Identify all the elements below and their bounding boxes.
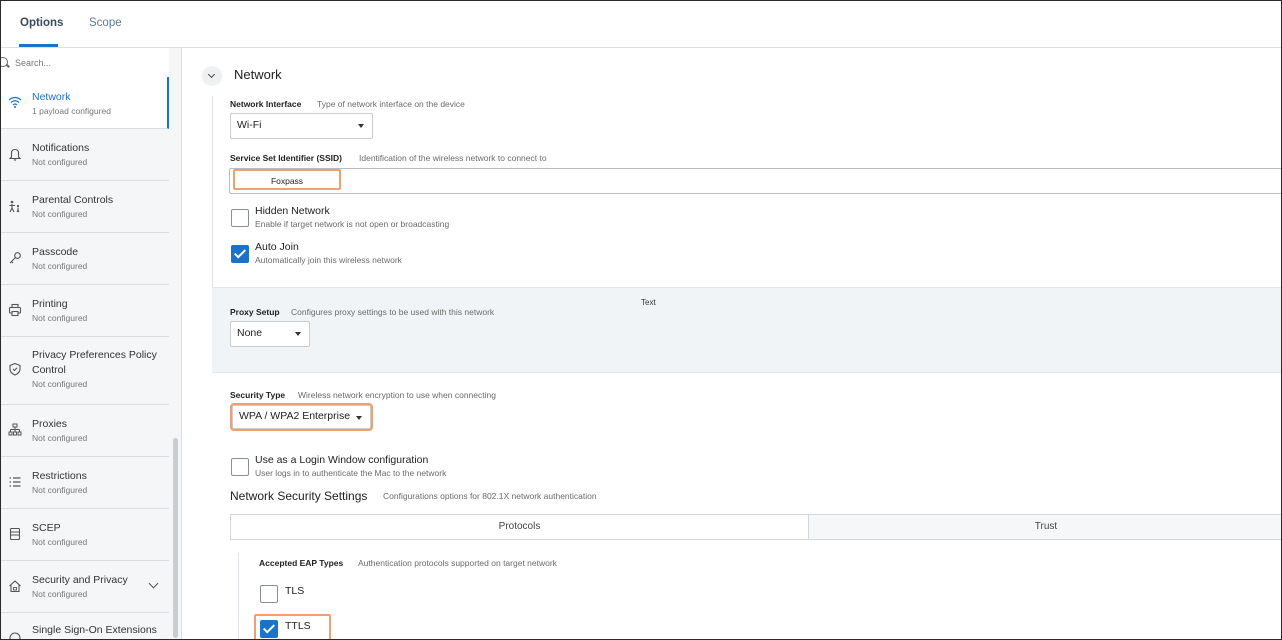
hidden-network-checkbox[interactable] <box>231 209 249 227</box>
sidebar-item-status: Not configured <box>32 433 88 443</box>
tab-trust[interactable]: Trust <box>809 515 1281 539</box>
login-window-checkbox[interactable] <box>231 458 249 476</box>
tls-checkbox[interactable] <box>260 585 278 603</box>
ssid-label: Service Set Identifier (SSID) <box>230 153 342 163</box>
top-tab-bar: Options Scope <box>1 1 1281 48</box>
chevron-down-icon <box>207 70 216 79</box>
sso-icon <box>8 631 22 639</box>
sidebar-item-title: Proxies <box>32 418 68 430</box>
floating-text-label: Text <box>641 298 656 307</box>
sidebar-item-status: Not configured <box>32 589 88 599</box>
eap-types-desc: Authentication protocols supported on ta… <box>358 558 557 568</box>
proxy-setup-label: Proxy Setup <box>230 307 280 317</box>
network-security-desc: Configurations options for 802.1X networ… <box>383 491 597 501</box>
shield-icon <box>8 362 22 376</box>
select-value: WPA / WPA2 Enterprise <box>239 410 351 422</box>
tab-scope[interactable]: Scope <box>89 17 122 29</box>
sidebar-item-title: Single Sign-On Extensions <box>32 624 157 636</box>
section-title: Network <box>234 67 282 82</box>
sidebar-item-status: Not configured <box>32 261 88 271</box>
auto-join-label: Auto Join <box>255 241 299 253</box>
ttls-label: TTLS <box>285 620 311 632</box>
key-icon <box>8 251 22 265</box>
sidebar-item-title: Network <box>32 91 71 103</box>
sidebar-item-privacy-preferences[interactable]: Privacy Preferences Policy Control Not c… <box>1 337 169 405</box>
caret-down-icon <box>295 332 301 336</box>
parental-icon <box>8 199 22 213</box>
sidebar-item-title: Printing <box>32 298 68 310</box>
sidebar-item-notifications[interactable]: Notifications Not configured <box>1 129 169 181</box>
security-type-label: Security Type <box>230 390 286 400</box>
eap-guide-line <box>238 553 239 639</box>
payload-sidebar: Network 1 payload configured Notificatio… <box>1 48 182 639</box>
sidebar-item-sso-extensions[interactable]: Single Sign-On Extensions <box>1 613 169 639</box>
tab-options[interactable]: Options <box>20 17 63 29</box>
payload-editor: Network Network Interface Type of networ… <box>182 48 1281 639</box>
house-lock-icon <box>8 579 22 593</box>
active-tab-indicator <box>19 44 58 47</box>
security-type-desc: Wireless network encryption to use when … <box>298 390 496 400</box>
caret-down-icon <box>356 416 362 420</box>
sidebar-item-status: Not configured <box>32 313 88 323</box>
printer-icon <box>8 303 22 317</box>
tab-protocols[interactable]: Protocols <box>231 515 809 539</box>
search-bar <box>1 48 169 78</box>
search-input[interactable] <box>13 55 157 71</box>
ssid-field[interactable] <box>229 168 1281 194</box>
sidebar-item-proxies[interactable]: Proxies Not configured <box>1 405 169 457</box>
ttls-checkbox[interactable] <box>260 620 278 638</box>
auto-join-desc: Automatically join this wireless network <box>255 255 402 265</box>
network-tree-icon <box>8 423 22 437</box>
list-icon <box>8 475 22 489</box>
sidebar-item-title: SCEP <box>32 522 61 534</box>
sidebar-item-title: Restrictions <box>32 470 87 482</box>
sidebar-item-security-privacy[interactable]: Security and Privacy Not configured <box>1 561 169 613</box>
document-icon <box>8 527 22 541</box>
sidebar-item-title: Security and Privacy <box>32 574 128 586</box>
sidebar-item-title: Passcode <box>32 246 79 258</box>
security-tabs: Protocols Trust <box>230 514 1281 540</box>
sidebar-item-status: Not configured <box>32 209 88 219</box>
network-security-title: Network Security Settings <box>230 489 368 503</box>
hidden-network-label: Hidden Network <box>255 205 330 217</box>
ssid-desc: Identification of the wireless network t… <box>359 153 547 163</box>
sidebar-item-printing[interactable]: Printing Not configured <box>1 285 169 337</box>
sidebar-item-title: Notifications <box>32 142 90 154</box>
sidebar-item-passcode[interactable]: Passcode Not configured <box>1 233 169 285</box>
eap-types-label: Accepted EAP Types <box>259 558 344 568</box>
caret-down-icon <box>358 124 364 128</box>
auto-join-checkbox[interactable] <box>231 245 249 263</box>
select-value: None <box>237 327 263 339</box>
sidebar-item-status: Not configured <box>32 485 88 495</box>
sidebar-item-scep[interactable]: SCEP Not configured <box>1 509 169 561</box>
sidebar-item-title: Privacy Preferences Policy Control <box>32 349 157 376</box>
select-value: Wi-Fi <box>237 119 262 131</box>
bell-icon <box>8 147 22 161</box>
security-type-select[interactable]: WPA / WPA2 Enterprise <box>230 403 373 431</box>
tls-label: TLS <box>285 585 305 597</box>
sidebar-item-status: Not configured <box>32 537 88 547</box>
sidebar-item-status: 1 payload configured <box>32 106 111 116</box>
sidebar-scrollbar[interactable] <box>173 438 178 638</box>
proxy-setup-select[interactable]: None <box>230 321 310 347</box>
network-interface-select[interactable]: Wi-Fi <box>230 113 373 139</box>
proxy-section <box>212 287 1281 373</box>
hidden-network-desc: Enable if target network is not open or … <box>255 219 450 229</box>
login-window-label: Use as a Login Window configuration <box>255 454 429 466</box>
ssid-input[interactable]: Foxpass <box>233 169 341 190</box>
wifi-icon <box>8 95 22 109</box>
login-window-desc: User logs in to authenticate the Mac to … <box>255 468 447 478</box>
sidebar-item-network[interactable]: Network 1 payload configured <box>1 77 169 129</box>
collapse-section-button[interactable] <box>202 66 222 86</box>
sidebar-item-status: Not configured <box>32 157 88 167</box>
app-window: Options Scope Network 1 payload configur… <box>0 0 1282 640</box>
sidebar-item-status: Not configured <box>32 379 88 389</box>
sidebar-item-title: Parental Controls <box>32 194 114 206</box>
network-interface-desc: Type of network interface on the device <box>317 99 465 109</box>
proxy-setup-desc: Configures proxy settings to be used wit… <box>291 307 495 317</box>
sidebar-item-parental-controls[interactable]: Parental Controls Not configured <box>1 181 169 233</box>
sidebar-item-restrictions[interactable]: Restrictions Not configured <box>1 457 169 509</box>
network-interface-label: Network Interface <box>230 99 302 109</box>
search-icon <box>1 57 8 67</box>
